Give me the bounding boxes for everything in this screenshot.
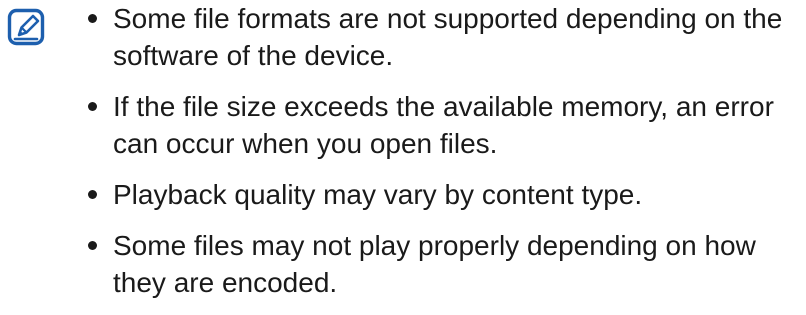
bullet-icon <box>88 190 97 199</box>
bullet-icon <box>88 241 97 250</box>
list-item: Some files may not play properly dependi… <box>78 227 793 301</box>
note-text: Some files may not play properly dependi… <box>113 230 756 298</box>
note-list: Some file formats are not supported depe… <box>78 0 793 315</box>
list-item: Some file formats are not supported depe… <box>78 0 793 74</box>
note-text: Some file formats are not supported depe… <box>113 3 783 71</box>
bullet-icon <box>88 14 97 23</box>
note-text: Playback quality may vary by content typ… <box>113 179 643 210</box>
list-item: Playback quality may vary by content typ… <box>78 176 793 213</box>
note-text: If the file size exceeds the available m… <box>113 91 774 159</box>
list-item: If the file size exceeds the available m… <box>78 88 793 162</box>
bullet-icon <box>88 102 97 111</box>
note-pencil-icon <box>7 8 45 46</box>
